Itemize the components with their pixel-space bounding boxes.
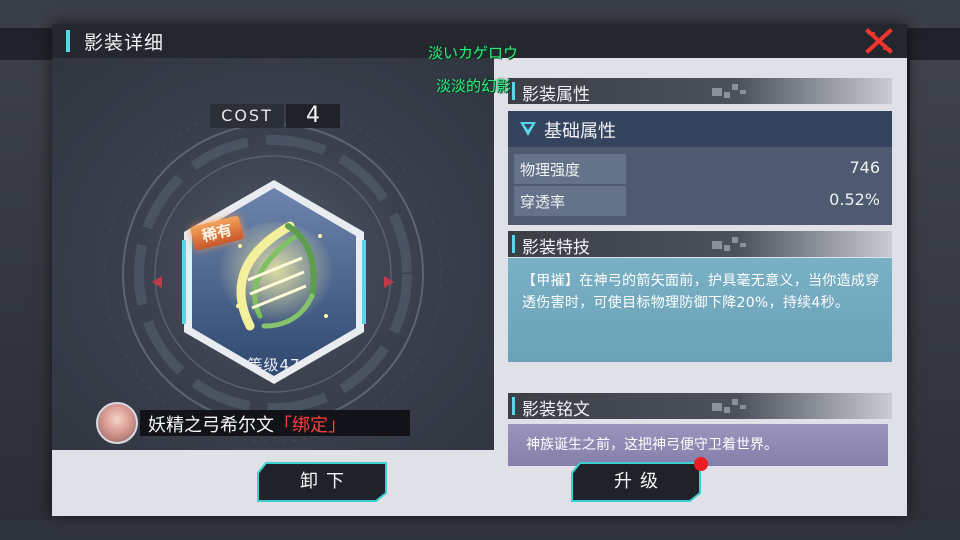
inscription-section-header: 影装铭文 — [508, 393, 892, 420]
background-left-strip — [0, 60, 52, 520]
section-accent — [512, 82, 515, 100]
floating-text-japanese: 淡いカゲロウ — [428, 44, 519, 62]
section-deco-icon — [712, 399, 746, 413]
inscription-section-label: 影装铭文 — [522, 400, 590, 420]
floating-text-chinese: 淡淡的幻影 — [436, 77, 512, 95]
skill-description: 【甲摧】在神弓的箭矢面前，护具毫无意义，当你造成穿透伤害时，可使目标物理防御下降… — [522, 273, 880, 311]
attribute-value: 746 — [849, 158, 880, 177]
unequip-label: 卸下 — [300, 471, 352, 492]
section-deco-icon — [712, 237, 746, 251]
attribute-name: 物理强度 — [520, 161, 581, 179]
skill-description-box: 【甲摧】在神弓的箭矢面前，护具毫无意义，当你造成穿透伤害时，可使目标物理防御下降… — [508, 258, 892, 362]
background-right-strip — [910, 60, 960, 520]
equipment-level: 等级47 — [247, 356, 301, 374]
title-accent-bar — [66, 30, 70, 52]
equipment-preview-area: COST 4 稀有 等级47 妖精之弓希尔文「绑定」 — [52, 58, 494, 450]
section-accent — [512, 235, 515, 253]
cost-label: COST — [210, 104, 284, 128]
owner-row: 妖精之弓希尔文「绑定」 — [96, 402, 416, 444]
attribute-name: 穿透率 — [520, 193, 566, 211]
owner-avatar[interactable] — [96, 402, 138, 444]
base-attributes-title-row: 基础属性 — [508, 111, 892, 147]
owner-name: 妖精之弓希尔文「绑定」 — [148, 411, 346, 437]
section-deco-icon — [712, 84, 746, 98]
attribute-value: 0.52% — [829, 190, 880, 209]
attribute-row: 物理强度 746 — [514, 154, 886, 184]
attributes-section-header: 影装属性 — [508, 78, 892, 105]
upgrade-label: 升级 — [614, 471, 666, 492]
unequip-button[interactable]: 卸下 — [256, 461, 388, 503]
base-attributes-title: 基础属性 — [544, 121, 616, 142]
upgrade-button[interactable]: 升级 — [570, 461, 702, 503]
section-accent — [512, 397, 515, 415]
dialog-title: 影装详细 — [84, 32, 165, 54]
owner-bound-tag: 「绑定」 — [274, 415, 346, 436]
cost-value: 4 — [286, 104, 340, 128]
inscription-text: 神族诞生之前，这把神弓便守卫着世界。 — [526, 437, 778, 453]
diamond-icon — [520, 122, 536, 136]
owner-name-text: 妖精之弓希尔文 — [148, 415, 274, 436]
base-attributes-panel: 基础属性 物理强度 746 穿透率 0.52% — [508, 111, 892, 225]
attribute-row: 穿透率 0.52% — [514, 186, 886, 216]
notification-dot — [694, 457, 708, 471]
attributes-section-label: 影装属性 — [522, 85, 590, 105]
close-icon — [865, 28, 893, 54]
equipment-detail-dialog: 影装详细 COST 4 稀有 等级47 妖精之弓希尔文「绑定」 影装属性 基础属… — [52, 24, 907, 516]
close-button[interactable] — [865, 27, 893, 55]
skill-section-label: 影装特技 — [522, 238, 590, 258]
skill-section-header: 影装特技 — [508, 231, 892, 258]
